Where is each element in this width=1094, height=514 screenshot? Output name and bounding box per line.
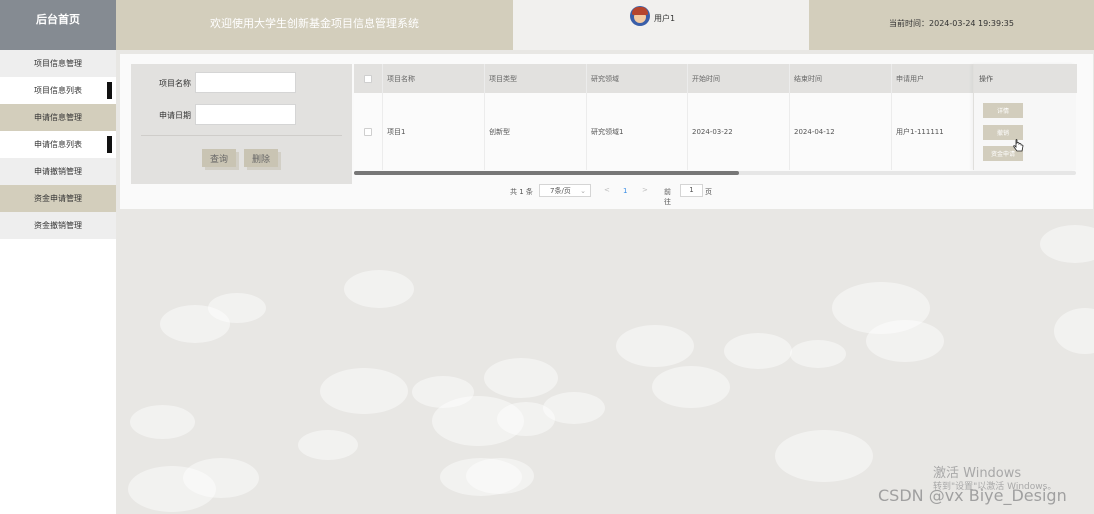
column-header[interactable]: 结束时间 bbox=[789, 64, 891, 93]
sidebar-item-application-list[interactable]: 申请信息列表 bbox=[0, 131, 116, 158]
select-all-checkbox[interactable] bbox=[364, 74, 372, 83]
project-name-input[interactable] bbox=[195, 72, 296, 93]
cell-project-name: 项目1 bbox=[387, 127, 406, 136]
cell-apply-user: 用户1-111111 bbox=[896, 127, 944, 136]
project-name-label: 项目名称 bbox=[159, 79, 191, 88]
table-row[interactable]: 项目1 创新型 研究领域1 2024-03-22 2024-04-12 用户1-… bbox=[354, 93, 1076, 170]
current-time: 当前时间：2024-03-24 19:39:35 bbox=[809, 0, 1094, 50]
horizontal-scrollbar[interactable] bbox=[354, 171, 739, 175]
page-size-value: 7条/页 bbox=[550, 186, 571, 195]
next-page-button[interactable]: > bbox=[642, 186, 648, 194]
sidebar-item-label: 资金撤销管理 bbox=[34, 221, 82, 230]
sidebar-item-project-list[interactable]: 项目信息列表 bbox=[0, 77, 116, 104]
page-number[interactable]: 1 bbox=[623, 187, 627, 195]
column-header[interactable]: 开始时间 bbox=[687, 64, 789, 93]
sidebar-item-application-management[interactable]: 申请信息管理 bbox=[0, 104, 116, 131]
sidebar-item-label: 申请信息列表 bbox=[34, 140, 82, 149]
column-header[interactable]: 研究领域 bbox=[586, 64, 688, 93]
active-marker bbox=[107, 82, 112, 99]
row-checkbox[interactable] bbox=[364, 127, 372, 136]
column-header[interactable]: 项目名称 bbox=[382, 64, 484, 93]
prev-page-button[interactable]: < bbox=[604, 186, 610, 194]
search-form: 项目名称 申请日期 查询 删除 bbox=[131, 64, 352, 184]
sidebar-item-label: 资金申请管理 bbox=[34, 194, 82, 203]
sidebar-item-project-management[interactable]: 项目信息管理 bbox=[0, 50, 116, 77]
goto-label: 前往 bbox=[664, 188, 671, 206]
cell-end-time: 2024-04-12 bbox=[794, 127, 835, 136]
logo-home[interactable]: 后台首页 bbox=[0, 0, 116, 50]
table-header: 项目名称 项目类型 研究领域 开始时间 结束时间 申请用户 bbox=[354, 64, 1076, 93]
operation-column: 操作 详情 撤销 资金申请 bbox=[973, 64, 1077, 170]
sidebar-item-application-revoke[interactable]: 申请撤销管理 bbox=[0, 158, 116, 185]
apply-date-input[interactable] bbox=[195, 104, 296, 125]
hand-cursor-icon bbox=[1013, 139, 1024, 152]
header: 后台首页 欢迎使用大学生创新基金项目信息管理系统 用户1 当前时间：2024-0… bbox=[0, 0, 1094, 50]
sidebar-item-fund-revoke[interactable]: 资金撤销管理 bbox=[0, 212, 116, 239]
active-marker bbox=[107, 136, 112, 153]
data-table: 项目名称 项目类型 研究领域 开始时间 结束时间 申请用户 项目1 创新型 研究… bbox=[354, 64, 1077, 176]
column-header: 操作 bbox=[974, 64, 1077, 93]
column-header[interactable]: 项目类型 bbox=[484, 64, 586, 93]
sidebar-item-label: 项目信息列表 bbox=[34, 86, 82, 95]
apply-date-row: 申请日期 bbox=[131, 104, 352, 126]
column-header[interactable]: 申请用户 bbox=[891, 64, 973, 93]
form-divider bbox=[141, 135, 342, 136]
cell-start-time: 2024-03-22 bbox=[692, 127, 733, 136]
apply-date-label: 申请日期 bbox=[159, 111, 191, 120]
sidebar-item-label: 项目信息管理 bbox=[34, 59, 82, 68]
revoke-button[interactable]: 撤销 bbox=[983, 125, 1023, 140]
cell-research-field: 研究领域1 bbox=[591, 127, 624, 136]
pagination-total: 共 1 条 bbox=[510, 188, 533, 196]
page-title: 欢迎使用大学生创新基金项目信息管理系统 bbox=[116, 0, 513, 50]
detail-button[interactable]: 详情 bbox=[983, 103, 1023, 118]
project-name-row: 项目名称 bbox=[131, 72, 352, 94]
user-block: 用户1 bbox=[513, 0, 809, 50]
goto-unit: 页 bbox=[705, 188, 712, 196]
sidebar: 项目信息管理 项目信息列表 申请信息管理 申请信息列表 申请撤销管理 资金申请管… bbox=[0, 50, 116, 514]
cell-project-type: 创新型 bbox=[489, 127, 510, 136]
username[interactable]: 用户1 bbox=[654, 13, 675, 24]
query-button[interactable]: 查询 bbox=[202, 149, 236, 167]
avatar[interactable] bbox=[630, 6, 650, 26]
sidebar-item-label: 申请撤销管理 bbox=[34, 167, 82, 176]
sidebar-item-fund-application[interactable]: 资金申请管理 bbox=[0, 185, 116, 212]
sidebar-item-label: 申请信息管理 bbox=[34, 113, 82, 122]
goto-page-input[interactable]: 1 bbox=[680, 184, 703, 197]
delete-button[interactable]: 删除 bbox=[244, 149, 278, 167]
chevron-down-icon: ⌄ bbox=[580, 186, 586, 195]
csdn-watermark: CSDN @vx Biye_Design bbox=[878, 486, 1067, 505]
page-size-select[interactable]: 7条/页 ⌄ bbox=[539, 184, 591, 197]
